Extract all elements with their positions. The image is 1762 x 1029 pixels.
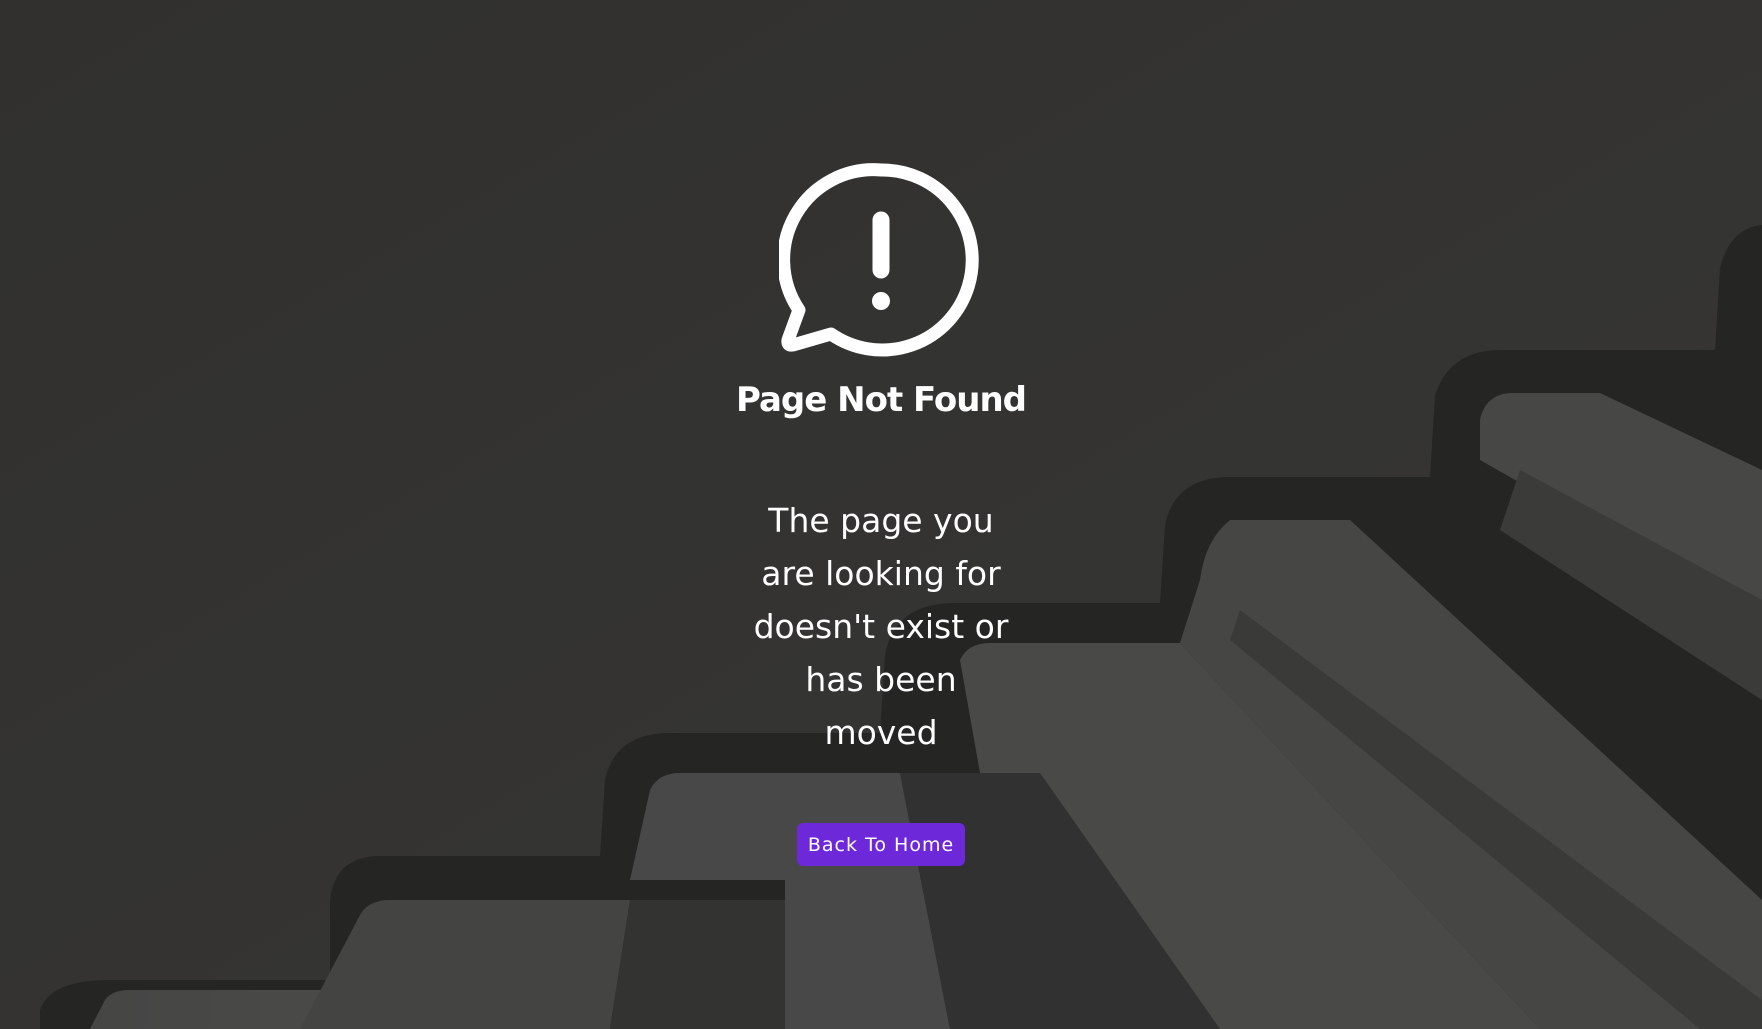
- not-found-content: Page Not Found The page you are looking …: [0, 0, 1762, 1029]
- back-to-home-button[interactable]: Back To Home: [797, 823, 965, 866]
- not-found-page: Page Not Found The page you are looking …: [0, 0, 1762, 1029]
- page-title: Page Not Found: [735, 380, 1027, 420]
- alert-speech-bubble-icon: [779, 163, 979, 357]
- error-message: The page you are looking for doesn't exi…: [753, 501, 1009, 752]
